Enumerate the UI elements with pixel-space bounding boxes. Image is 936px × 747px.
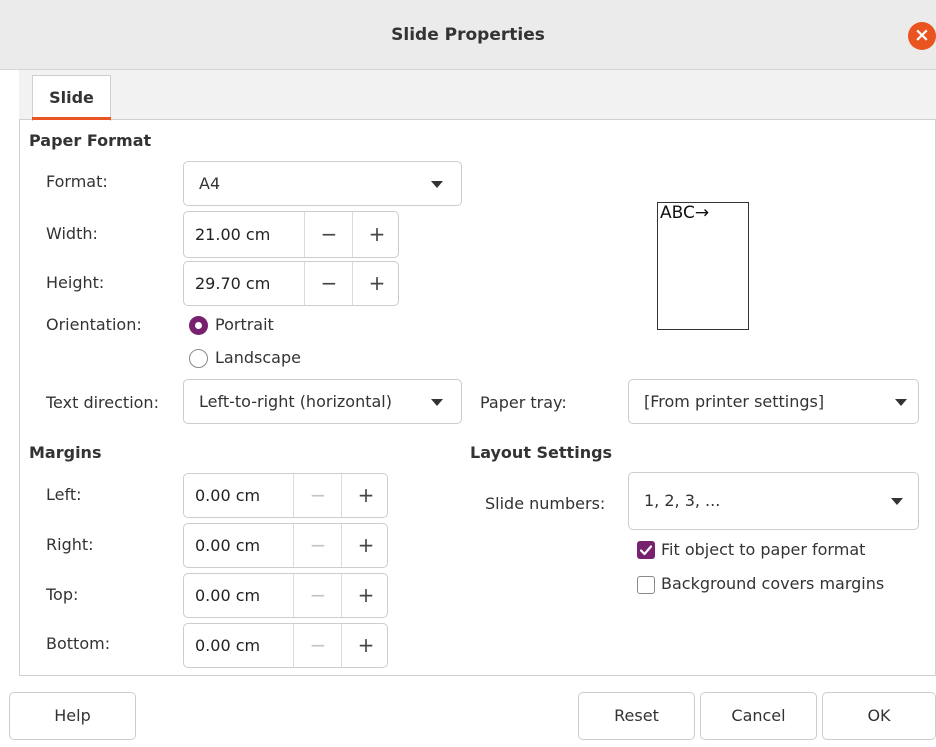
landscape-radio[interactable] [189,349,208,368]
height-decrement-button[interactable]: − [304,262,353,305]
background-covers-label[interactable]: Background covers margins [661,574,884,593]
width-value: 21.00 cm [195,225,271,244]
margin-bottom-label: Bottom: [46,634,111,653]
landscape-label[interactable]: Landscape [215,348,301,367]
format-dropdown[interactable]: A4 [183,161,462,206]
margin-top-label: Top: [46,585,79,604]
margin-top-spinbox[interactable]: 0.00 cm − + [183,573,388,618]
margin-bottom-value: 0.00 cm [195,636,261,655]
chevron-down-icon [895,399,907,406]
height-spinbox[interactable]: 29.70 cm − + [183,261,399,306]
margin-bottom-spinbox[interactable]: 0.00 cm − + [183,623,388,668]
margin-right-increment-button[interactable]: + [341,524,390,567]
fit-object-checkbox[interactable] [637,541,655,559]
margin-right-value: 0.00 cm [195,536,261,555]
format-label: Format: [46,172,108,191]
background-covers-checkbox[interactable] [637,576,655,594]
margin-right-spinbox[interactable]: 0.00 cm − + [183,523,388,568]
format-value: A4 [199,174,221,193]
margin-left-label: Left: [46,485,82,504]
cancel-button[interactable]: Cancel [700,692,817,740]
margin-top-value: 0.00 cm [195,586,261,605]
layout-settings-heading: Layout Settings [470,443,613,462]
paper-tray-dropdown[interactable]: [From printer settings] [628,379,919,424]
paper-tray-label: Paper tray: [480,393,567,412]
text-direction-label: Text direction: [46,393,159,412]
chevron-down-icon [431,181,443,188]
margin-right-label: Right: [46,535,94,554]
paper-tray-value: [From printer settings] [644,392,825,411]
reset-button[interactable]: Reset [578,692,695,740]
margin-top-decrement-button[interactable]: − [293,574,342,617]
chevron-down-icon [431,399,443,406]
text-direction-dropdown[interactable]: Left-to-right (horizontal) [183,379,462,424]
portrait-label[interactable]: Portrait [215,315,274,334]
slide-numbers-dropdown[interactable]: 1, 2, 3, ... [628,472,919,530]
margin-top-increment-button[interactable]: + [341,574,390,617]
width-label: Width: [46,224,98,243]
height-increment-button[interactable]: + [352,262,401,305]
orientation-label: Orientation: [46,315,142,334]
checkmark-icon [639,545,653,556]
margin-left-value: 0.00 cm [195,486,261,505]
margin-left-increment-button[interactable]: + [341,474,390,517]
preview-text: ABC→ [660,203,710,223]
margin-left-spinbox[interactable]: 0.00 cm − + [183,473,388,518]
slide-numbers-value: 1, 2, 3, ... [644,491,721,510]
height-label: Height: [46,273,105,292]
close-icon: × [914,24,930,46]
margin-right-decrement-button[interactable]: − [293,524,342,567]
portrait-radio[interactable] [189,316,208,335]
ok-button[interactable]: OK [822,692,936,740]
margins-heading: Margins [29,443,102,462]
paper-format-heading: Paper Format [29,131,152,150]
tab-strip [19,70,936,120]
chevron-down-icon [891,498,903,505]
fit-object-label[interactable]: Fit object to paper format [661,540,865,559]
width-spinbox[interactable]: 21.00 cm − + [183,211,399,258]
text-direction-value: Left-to-right (horizontal) [199,392,392,411]
slide-numbers-label: Slide numbers: [485,494,606,513]
margin-bottom-increment-button[interactable]: + [341,624,390,667]
tab-slide[interactable]: Slide [32,75,111,121]
window-title: Slide Properties [391,25,545,45]
width-decrement-button[interactable]: − [304,212,353,257]
margin-bottom-decrement-button[interactable]: − [293,624,342,667]
height-value: 29.70 cm [195,274,271,293]
width-increment-button[interactable]: + [352,212,401,257]
close-button[interactable]: × [908,22,936,50]
margin-left-decrement-button[interactable]: − [293,474,342,517]
help-button[interactable]: Help [9,692,136,740]
tab-active-indicator [32,117,111,120]
